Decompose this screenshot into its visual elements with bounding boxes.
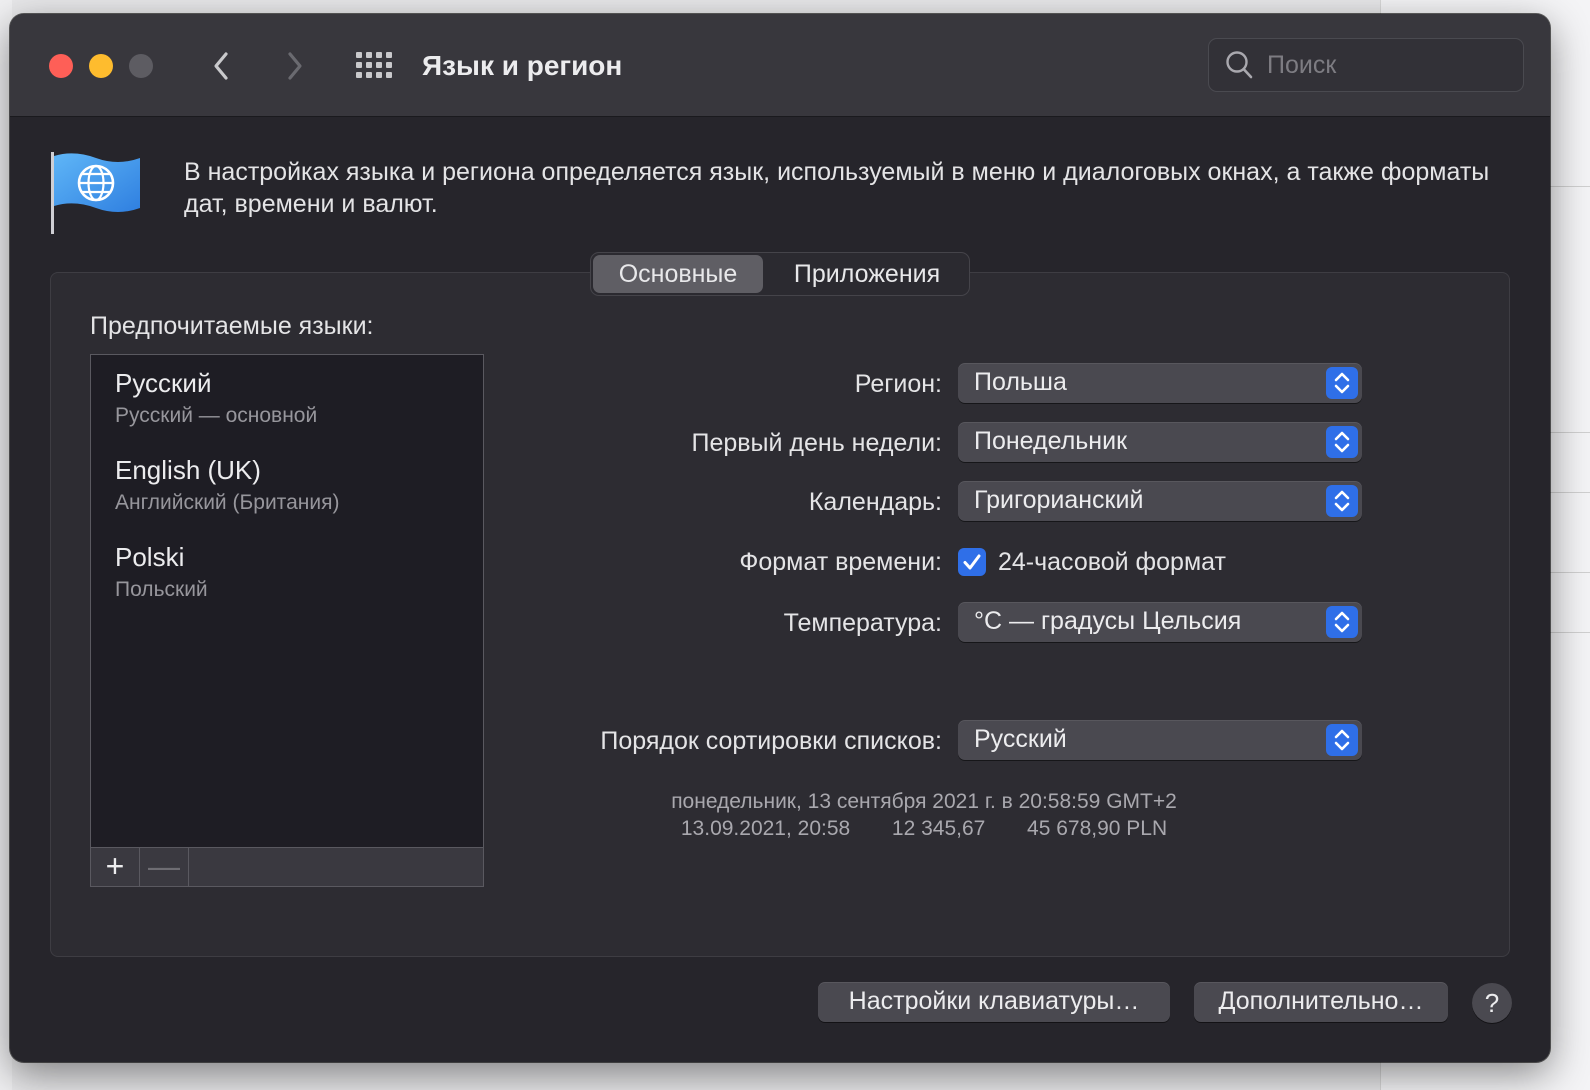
language-subtitle: Русский — основной xyxy=(115,404,318,427)
sort-order-popup[interactable]: Русский xyxy=(958,720,1362,760)
flag-globe-icon xyxy=(51,152,140,234)
preferences-window: Язык и регион В настройках языка и регио… xyxy=(10,14,1550,1062)
language-subtitle: Польский xyxy=(115,578,208,601)
time-format-checkbox[interactable] xyxy=(958,548,986,576)
calendar-popup[interactable]: Григорианский xyxy=(958,481,1362,521)
window-title: Язык и регион xyxy=(422,50,623,81)
back-button[interactable] xyxy=(200,44,244,88)
intro-description: В настройках языка и региона определяетс… xyxy=(184,158,1490,218)
chevron-right-icon xyxy=(288,52,302,80)
sample-formats-row: 13.09.2021, 20:58 12 345,67 45 678,90 PL… xyxy=(570,815,1278,843)
up-down-arrows-icon xyxy=(1326,367,1358,399)
remove-language-button[interactable]: — xyxy=(140,848,189,886)
sample-date-short: 13.09.2021, 20:58 xyxy=(680,817,851,840)
sample-number: 12 345,67 xyxy=(891,817,986,840)
language-name: Polski xyxy=(115,542,185,572)
temperature-value: °C — градусы Цельсия xyxy=(974,607,1242,635)
minimize-button[interactable] xyxy=(89,54,113,78)
region-popup[interactable]: Польша xyxy=(958,363,1362,403)
languages-list[interactable]: Русский Русский — основной English (UK) … xyxy=(90,354,484,848)
forward-button[interactable] xyxy=(272,44,316,88)
languages-list-toolbar: + — xyxy=(90,847,484,887)
language-name: Русский xyxy=(115,368,212,398)
advanced-button[interactable]: Дополнительно… xyxy=(1194,982,1448,1022)
temperature-label: Температура: xyxy=(783,609,942,637)
up-down-arrows-icon xyxy=(1326,606,1358,638)
region-label: Регион: xyxy=(854,370,942,398)
zoom-button[interactable] xyxy=(129,54,153,78)
time-format-label: Формат времени: xyxy=(739,548,942,576)
region-value: Польша xyxy=(974,368,1067,396)
first-day-value: Понедельник xyxy=(974,427,1128,455)
up-down-arrows-icon xyxy=(1326,485,1358,517)
up-down-arrows-icon xyxy=(1326,724,1358,756)
titlebar: Язык и регион xyxy=(10,14,1550,117)
temperature-popup[interactable]: °C — градусы Цельсия xyxy=(958,602,1362,642)
sample-currency: 45 678,90 PLN xyxy=(1027,817,1168,840)
add-language-button[interactable]: + xyxy=(91,848,140,886)
checkmark-icon xyxy=(963,554,981,570)
calendar-label: Календарь: xyxy=(808,488,942,516)
list-item-language[interactable]: English (UK) Английский (Британия) xyxy=(115,454,455,518)
list-item-language[interactable]: Polski Польский xyxy=(115,541,455,605)
keyboard-settings-button[interactable]: Настройки клавиатуры… xyxy=(818,982,1170,1022)
help-button[interactable]: ? xyxy=(1472,983,1512,1023)
sort-order-label: Порядок сортировки списков: xyxy=(600,727,942,755)
tab-apps[interactable]: Приложения xyxy=(767,255,967,293)
up-down-arrows-icon xyxy=(1326,426,1358,458)
time-format-checkbox-label[interactable]: 24-часовой формат xyxy=(998,542,1226,582)
language-subtitle: Английский (Британия) xyxy=(115,491,340,514)
show-all-button[interactable] xyxy=(356,52,392,82)
calendar-value: Григорианский xyxy=(974,486,1144,514)
search-input[interactable] xyxy=(1267,39,1507,91)
sort-order-value: Русский xyxy=(974,725,1067,753)
sample-date-long: понедельник, 13 сентября 2021 г. в 20:58… xyxy=(671,790,1177,813)
preferred-languages-label: Предпочитаемые языки: xyxy=(90,312,374,340)
tab-general[interactable]: Основные xyxy=(593,255,763,293)
first-day-label: Первый день недели: xyxy=(691,429,942,457)
search-icon xyxy=(1226,51,1253,79)
close-button[interactable] xyxy=(49,54,73,78)
first-day-popup[interactable]: Понедельник xyxy=(958,422,1362,462)
language-name: English (UK) xyxy=(115,455,261,485)
list-item-language[interactable]: Русский Русский — основной xyxy=(115,367,455,431)
search-field[interactable] xyxy=(1208,38,1524,92)
tab-bar: Основные Приложения xyxy=(590,252,970,296)
chevron-left-icon xyxy=(214,52,228,80)
